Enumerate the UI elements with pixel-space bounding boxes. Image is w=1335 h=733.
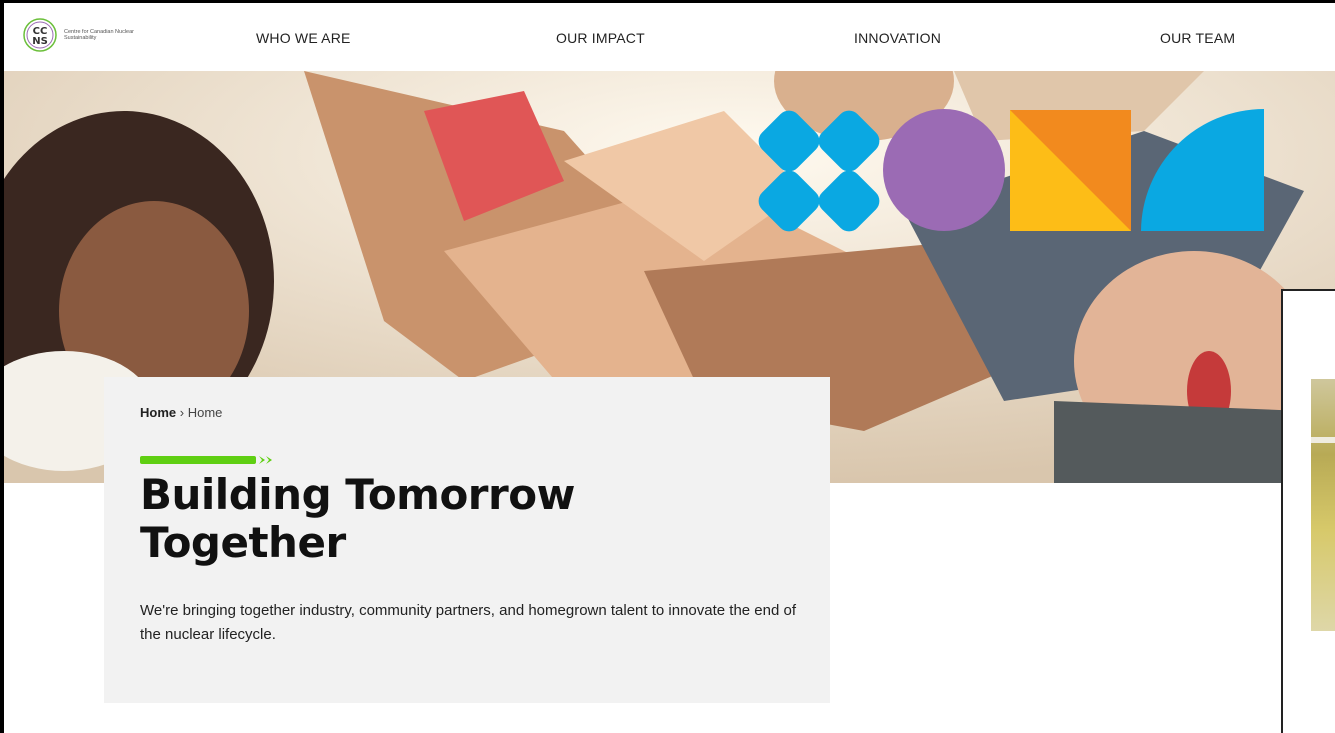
browser-viewport: CC NS Centre for Canadian Nuclear Sustai… [4, 3, 1335, 733]
nav-our-impact[interactable]: OUR IMPACT [556, 30, 645, 46]
hero-content-card: Home › Home Building Tomorrow Together W… [104, 377, 830, 703]
nav-who-we-are[interactable]: WHO WE ARE [256, 30, 351, 46]
page-title-line1: Building Tomorrow [140, 470, 575, 519]
breadcrumb-separator-icon: › [179, 405, 185, 420]
logo-text: Centre for Canadian Nuclear Sustainabili… [64, 29, 135, 41]
accent-arrow-icon [140, 453, 280, 471]
site-header: CC NS Centre for Canadian Nuclear Sustai… [4, 3, 1335, 73]
nav-innovation[interactable]: INNOVATION [854, 30, 941, 46]
side-panel-image [1311, 379, 1335, 631]
side-panel [1281, 289, 1335, 733]
ccns-logo-mark: CC NS [22, 17, 58, 53]
hero-description: We're bringing together industry, commun… [140, 602, 797, 643]
breadcrumb: Home › Home [140, 405, 222, 420]
logo-letters-bottom: NS [32, 36, 48, 47]
nav-our-team[interactable]: OUR TEAM [1160, 30, 1235, 46]
page-title-line2: Together [140, 518, 346, 567]
breadcrumb-current: Home [187, 405, 223, 420]
page-title: Building Tomorrow Together [140, 471, 740, 567]
breadcrumb-home-link[interactable]: Home [140, 405, 176, 420]
site-logo[interactable]: CC NS Centre for Canadian Nuclear Sustai… [22, 17, 134, 53]
